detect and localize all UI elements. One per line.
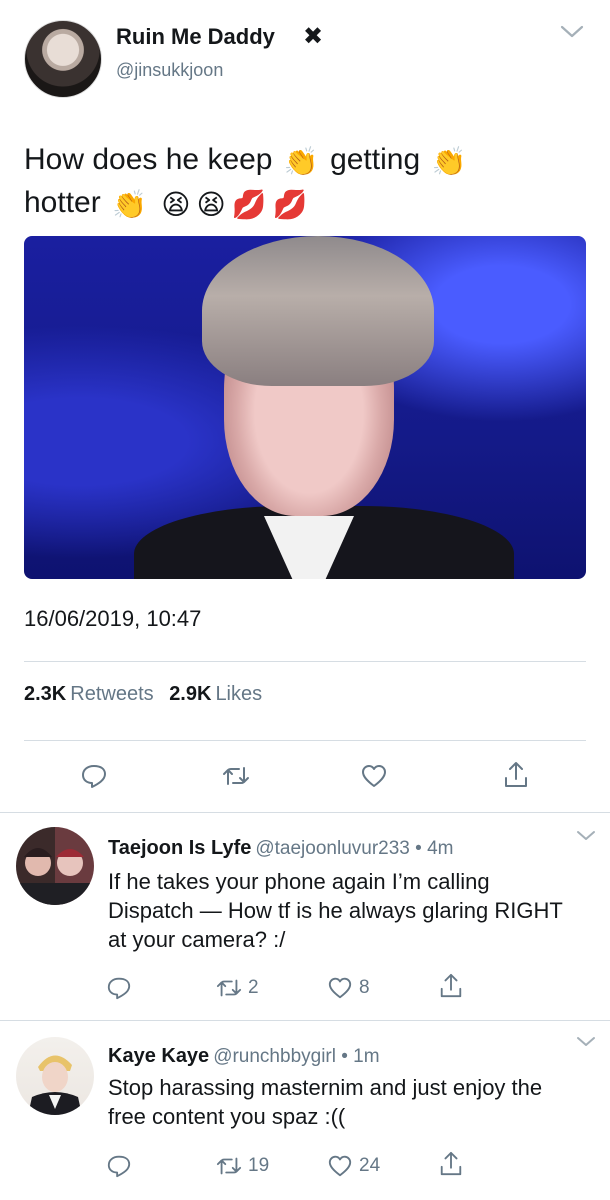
retweet-count: 2 bbox=[248, 977, 259, 998]
avatar[interactable] bbox=[16, 1037, 94, 1115]
reply-display-name[interactable]: Taejoon Is Lyfe bbox=[108, 837, 251, 859]
kiss-emoji: 💋 bbox=[231, 189, 267, 220]
share-button[interactable] bbox=[438, 973, 464, 999]
retweet-count: 19 bbox=[248, 1155, 270, 1176]
like-icon bbox=[362, 765, 386, 787]
chevron-down-icon[interactable] bbox=[576, 829, 596, 843]
reply-icon bbox=[107, 1155, 131, 1178]
like-button[interactable] bbox=[360, 762, 388, 790]
reply-icon bbox=[107, 977, 131, 1000]
reply-handle[interactable]: @runchbbygirl • 1m bbox=[213, 1046, 379, 1067]
clap-emoji: 👏 bbox=[431, 146, 467, 177]
share-button[interactable] bbox=[438, 1151, 464, 1177]
likes-count[interactable]: 2.9K bbox=[169, 683, 211, 705]
weary-emoji: 😫 bbox=[161, 189, 191, 220]
reply-text: If he takes your phone again I’m calling… bbox=[108, 869, 563, 952]
avatar[interactable] bbox=[16, 827, 94, 905]
clap-emoji: 👏 bbox=[283, 146, 319, 177]
chevron-down-icon[interactable] bbox=[576, 1035, 596, 1049]
avatar[interactable] bbox=[24, 20, 102, 98]
reply-name-line: Kaye Kaye @runchbbygirl • 1m bbox=[108, 1045, 380, 1068]
share-icon bbox=[440, 1151, 462, 1176]
like-count: 24 bbox=[359, 1155, 381, 1176]
chevron-down-icon[interactable] bbox=[560, 20, 584, 44]
divider bbox=[24, 740, 586, 741]
like-button[interactable]: 8 bbox=[327, 975, 370, 1001]
user-handle[interactable]: @jinsukkjoon bbox=[116, 60, 223, 81]
tweet-photo[interactable] bbox=[24, 236, 586, 579]
kiss-emoji: 💋 bbox=[272, 189, 308, 220]
retweets-label[interactable]: Retweets bbox=[70, 683, 153, 705]
x-icon: ✖ bbox=[303, 23, 324, 50]
reply-display-name[interactable]: Kaye Kaye bbox=[108, 1045, 209, 1067]
weary-emoji: 😫 bbox=[196, 189, 226, 220]
share-icon bbox=[440, 973, 462, 998]
retweet-icon bbox=[223, 767, 249, 785]
tweet-text-part-3: hotter bbox=[24, 186, 101, 219]
reply-tweet[interactable]: Taejoon Is Lyfe @taejoonluvur233 • 4m If … bbox=[0, 813, 610, 1020]
tweet-text-part-1: How does he keep bbox=[24, 143, 273, 176]
tweet-text: How does he keep 👏 getting 👏 hotter 👏 😫 😫… bbox=[24, 138, 584, 224]
retweet-button[interactable]: 2 bbox=[216, 975, 259, 1001]
share-icon bbox=[505, 762, 527, 787]
photo-hair bbox=[202, 236, 434, 386]
reply-text: Stop harassing masternim and just enjoy … bbox=[108, 1075, 543, 1129]
retweets-count[interactable]: 2.3K bbox=[24, 683, 66, 705]
like-button[interactable]: 24 bbox=[327, 1153, 380, 1179]
reply-name-line: Taejoon Is Lyfe @taejoonluvur233 • 4m bbox=[108, 837, 453, 860]
reply-handle[interactable]: @taejoonluvur233 • 4m bbox=[255, 838, 453, 859]
retweet-icon bbox=[216, 1157, 242, 1175]
retweet-button[interactable] bbox=[222, 762, 250, 790]
retweet-icon bbox=[216, 979, 242, 997]
tweet-stats: 2.3K Retweets 2.9K Likes bbox=[24, 683, 272, 706]
divider bbox=[24, 661, 586, 662]
reply-tweet[interactable]: Kaye Kaye @runchbbygirl • 1m Stop harassi… bbox=[0, 1021, 610, 1200]
reply-button[interactable] bbox=[106, 1153, 132, 1179]
like-count: 8 bbox=[359, 977, 370, 998]
reply-icon bbox=[82, 765, 106, 788]
reply-button[interactable] bbox=[80, 762, 108, 790]
clap-emoji: 👏 bbox=[112, 189, 147, 220]
timestamp: 16/06/2019, 10:47 bbox=[24, 606, 202, 631]
tweet-text-part-2: getting bbox=[330, 143, 421, 176]
retweet-button[interactable]: 19 bbox=[216, 1153, 269, 1179]
like-icon bbox=[328, 1155, 352, 1177]
like-icon bbox=[328, 977, 352, 999]
display-name[interactable]: Ruin Me Daddy bbox=[116, 24, 275, 50]
share-button[interactable] bbox=[502, 760, 530, 788]
main-tweet: Ruin Me Daddy ✖ @jinsukkjoon How does he… bbox=[0, 0, 610, 812]
likes-label[interactable]: Likes bbox=[215, 683, 262, 705]
reply-button[interactable] bbox=[106, 975, 132, 1001]
